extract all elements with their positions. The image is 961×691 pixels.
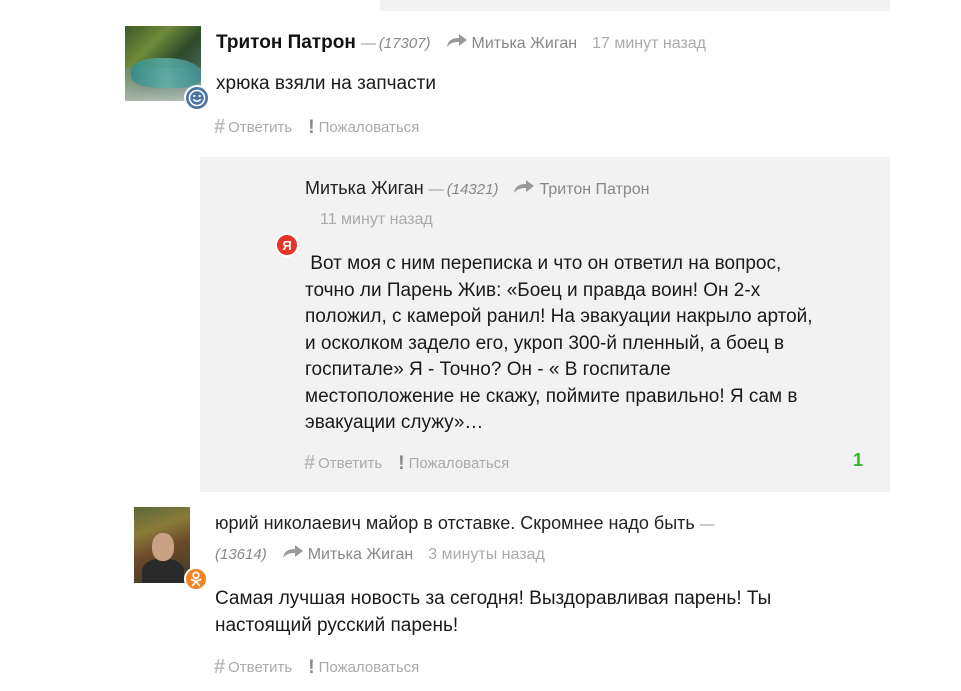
text-line: Самая лучшая новость за сегодня! Выздора… (215, 588, 772, 609)
dash: — (699, 516, 715, 533)
odnoklassniki-icon (184, 567, 208, 591)
text-line: местоположение не скажу, поймите правиль… (305, 385, 798, 407)
comment-text: Самая лучшая новость за сегодня! Выздора… (215, 586, 771, 639)
report-button[interactable]: Пожаловаться (409, 455, 510, 472)
text-line: госпитале» Я - Точно? Он - « В госпитале (305, 359, 671, 380)
avatar-face (152, 533, 174, 561)
avatar-body (142, 559, 184, 583)
reply-to-name: Митька Жиган (307, 546, 414, 563)
comment-header: Тритон Патрон — (17307) Митька Жиган 17 … (216, 32, 706, 54)
reply-to-link[interactable]: Митька Жиган (446, 34, 578, 53)
comment-header: юрий николаевич майор в отставке. Скромн… (215, 513, 715, 534)
hash-icon: # (304, 452, 316, 474)
dash: — (428, 181, 444, 198)
hash-icon: # (214, 116, 226, 138)
comment-header: Митька Жиган — (14321) Тритон Патрон (305, 178, 650, 199)
reply-button[interactable]: Ответить (228, 119, 292, 136)
exclamation-icon: ! (398, 452, 405, 474)
reply-button[interactable]: Ответить (228, 659, 292, 676)
text-line: положил, с камерой ранил! На эвакуации н… (305, 306, 813, 327)
report-button[interactable]: Пожаловаться (319, 119, 420, 136)
reply-arrow-icon (514, 180, 535, 199)
likes-count[interactable]: 1 (853, 450, 863, 471)
reply-to-link[interactable]: Тритон Патрон (514, 180, 650, 199)
text-line: Вот моя с ним переписка и что он ответил… (305, 253, 782, 274)
reply-to-name: Митька Жиган (471, 35, 578, 52)
comment-actions: # Ответить ! Пожаловаться (214, 656, 435, 679)
author-name[interactable]: юрий николаевич майор в отставке. Скромн… (215, 513, 695, 534)
timestamp: 11 минут назад (320, 211, 433, 228)
report-button[interactable]: Пожаловаться (319, 659, 420, 676)
timestamp: 3 минуты назад (428, 546, 545, 563)
text-line: эвакуации служу»… (305, 412, 484, 433)
author-name[interactable]: Митька Жиган (305, 178, 424, 199)
yandex-icon: Я (275, 233, 299, 257)
smile-icon (184, 85, 210, 111)
karma: (17307) (378, 35, 431, 52)
text-line: настоящий русский парень! (215, 614, 459, 636)
comment-actions: # Ответить ! Пожаловаться (214, 116, 435, 139)
text-line: и осколком задело его, укроп 300-й пленн… (305, 332, 785, 354)
timestamp: 17 минут назад (592, 35, 706, 52)
reply-arrow-icon (282, 545, 303, 564)
reply-to-name: Тритон Патрон (539, 181, 650, 198)
avatar[interactable] (134, 507, 190, 583)
avatar-image (131, 58, 201, 88)
reply-to-link[interactable]: Митька Жиган (282, 545, 414, 564)
dash: — (360, 35, 376, 52)
comment-text: Вот моя с ним переписка и что он ответил… (305, 251, 813, 437)
exclamation-icon: ! (308, 116, 315, 138)
reply-arrow-icon (446, 34, 467, 53)
text-line: точно ли Парень Жив: «Боец и правда воин… (305, 279, 761, 301)
reply-button[interactable]: Ответить (318, 455, 382, 472)
karma: (13614) (215, 546, 267, 563)
exclamation-icon: ! (308, 656, 315, 678)
karma: (14321) (446, 181, 499, 198)
previous-comment-block (380, 0, 890, 11)
comment-meta-row: (13614) Митька Жиган 3 минуты назад (215, 545, 545, 564)
author-name[interactable]: Тритон Патрон (216, 32, 356, 54)
comment-time-row: 11 минут назад (305, 211, 433, 229)
comment-text: хрюка взяли на запчасти (216, 73, 436, 94)
comment-actions: # Ответить ! Пожаловаться (304, 452, 525, 475)
hash-icon: # (214, 656, 226, 678)
